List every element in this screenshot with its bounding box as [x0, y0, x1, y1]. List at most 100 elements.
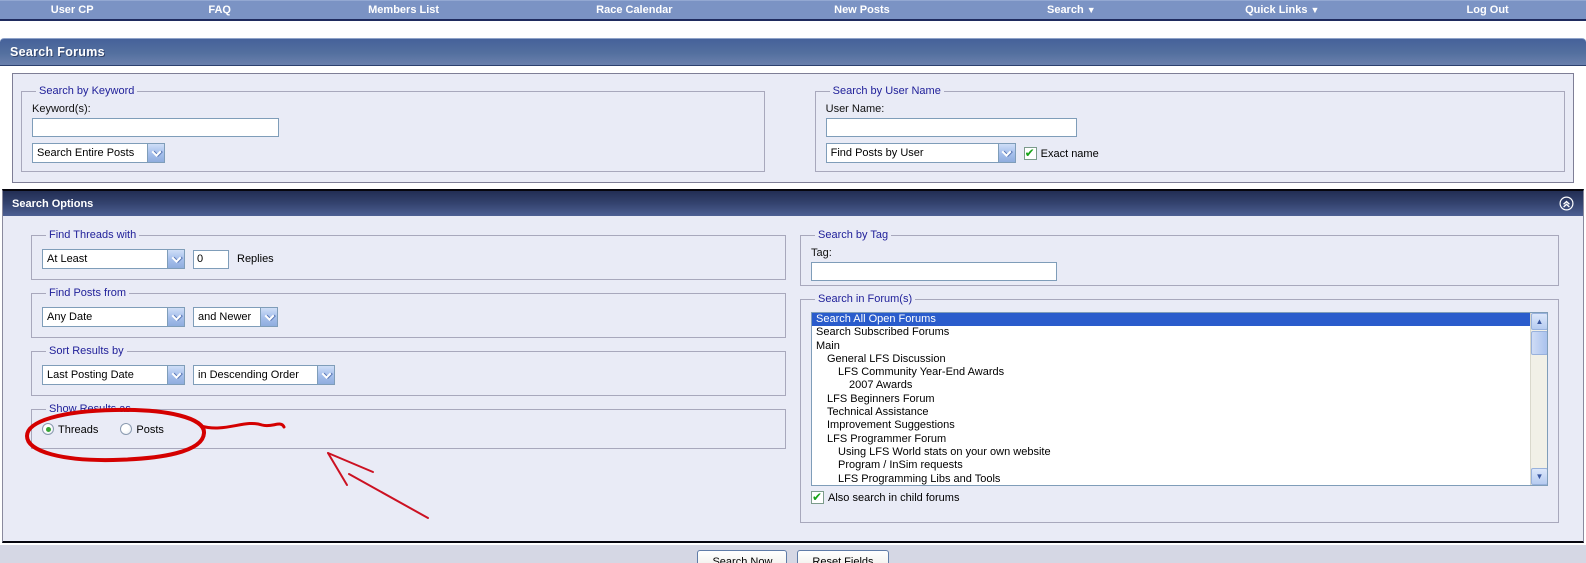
nav-item-log-out[interactable]: Log Out [1389, 4, 1586, 16]
exact-name-label: Exact name [1040, 147, 1099, 160]
tag-legend: Search by Tag [818, 229, 889, 241]
forum-list-option[interactable]: Using LFS World stats on your own websit… [812, 446, 1530, 459]
keyword-legend: Search by Keyword [39, 85, 135, 97]
chevron-down-icon[interactable] [167, 366, 184, 384]
replies-comparator-value: At Least [47, 253, 88, 265]
show-results-fieldset: Show Results as Threads Posts [31, 403, 786, 449]
nav-item-race-calendar[interactable]: Race Calendar [512, 4, 756, 16]
tag-input[interactable] [811, 262, 1057, 281]
page-title: Search Forums [10, 45, 105, 59]
search-by-tag-fieldset: Search by Tag Tag: [800, 229, 1559, 286]
nav-item-new-posts[interactable]: New Posts [756, 4, 967, 16]
keyword-input[interactable] [32, 118, 279, 137]
chevron-down-icon[interactable] [167, 250, 184, 268]
forum-list-option[interactable]: 2007 Awards [812, 379, 1530, 392]
username-legend: Search by User Name [832, 85, 941, 97]
search-options-panel: Search Options Find Threads with At Leas… [2, 189, 1584, 543]
forum-list-option[interactable]: Technical Assistance [812, 406, 1530, 419]
search-by-keyword-fieldset: Search by Keyword Keyword(s): Search Ent… [21, 85, 766, 172]
forum-list-option[interactable]: Program / InSim requests [812, 459, 1530, 472]
scrollbar-thumb[interactable] [1531, 331, 1547, 355]
radio-button[interactable] [42, 423, 54, 435]
keyword-label: Keyword(s): [32, 103, 91, 115]
search-options-content: Find Threads with At Least Replies Find … [3, 216, 1583, 541]
search-in-forums-fieldset: Search in Forum(s) Search All Open Forum… [800, 293, 1559, 523]
sort-field-value: Last Posting Date [47, 369, 134, 381]
chevron-down-icon: ▼ [1086, 5, 1096, 15]
replies-count-input[interactable] [193, 249, 229, 269]
show-results-option-posts[interactable]: Posts [120, 423, 164, 436]
tag-label: Tag: [811, 247, 832, 259]
post-date-select[interactable]: Any Date [42, 307, 185, 327]
show-results-option-threads[interactable]: Threads [42, 423, 98, 436]
forum-list-option[interactable]: Search All Open Forums [812, 313, 1530, 327]
forum-list-option[interactable]: LFS Community Year-End Awards [812, 366, 1530, 379]
sort-order-value: in Descending Order [198, 369, 299, 381]
chevron-down-icon: ▼ [1310, 5, 1320, 15]
nav-item-label: FAQ [208, 4, 231, 16]
forum-list-option[interactable]: Main [812, 340, 1530, 353]
options-left-column: Find Threads with At Least Replies Find … [31, 229, 786, 529]
search-options-title: Search Options [12, 197, 94, 210]
nav-item-label: Race Calendar [596, 4, 673, 16]
chevron-up-circle-icon [1559, 196, 1574, 211]
top-navbar: User CP FAQ Members List Race Calendar New P… [0, 0, 1586, 21]
replies-label: Replies [237, 253, 274, 265]
posts-by-user-value: Find Posts by User [830, 147, 924, 159]
scroll-up-button[interactable]: ▲ [1531, 313, 1547, 330]
child-forums-label: Also search in child forums [828, 492, 960, 504]
sort-results-legend: Sort Results by [49, 345, 124, 357]
nav-item-label: Quick Links [1245, 4, 1308, 16]
forum-list-option[interactable]: Search Subscribed Forums [812, 326, 1530, 339]
scroll-down-button[interactable]: ▼ [1531, 468, 1547, 485]
exact-name-option[interactable]: Exact name [1023, 146, 1099, 160]
replies-comparator-select[interactable]: At Least [42, 249, 185, 269]
nav-item-label: Log Out [1466, 4, 1509, 16]
forum-list-option[interactable]: LFS Programmer Forum [812, 433, 1530, 446]
forum-listbox[interactable]: Search All Open Forums Search Subscribed … [811, 312, 1548, 486]
search-scope-value: Search Entire Posts [37, 147, 135, 159]
nav-item-faq[interactable]: FAQ [144, 4, 295, 16]
sort-results-fieldset: Sort Results by Last Posting Date in Des… [31, 345, 786, 396]
find-posts-fieldset: Find Posts from Any Date and Newer [31, 287, 786, 338]
listbox-scrollbar[interactable]: ▲ ▼ [1530, 313, 1547, 485]
chevron-down-icon[interactable] [167, 308, 184, 326]
nav-item-user-cp[interactable]: User CP [0, 4, 144, 16]
search-now-button[interactable]: Search Now [697, 550, 788, 563]
posts-by-user-select[interactable]: Find Posts by User [825, 143, 1016, 163]
post-date-value: Any Date [47, 311, 93, 323]
nav-item-label: Search [1046, 4, 1084, 16]
chevron-down-icon[interactable] [997, 144, 1015, 162]
nav-item-members-list[interactable]: Members List [295, 4, 512, 16]
search-scope-select[interactable]: Search Entire Posts [32, 143, 165, 163]
radio-label: Threads [58, 424, 99, 436]
date-direction-value: and Newer [198, 311, 252, 323]
exact-name-checkbox[interactable] [1023, 146, 1037, 160]
chevron-down-icon[interactable] [317, 366, 334, 384]
forum-list-option[interactable]: LFS Beginners Forum [812, 393, 1530, 406]
date-direction-select[interactable]: and Newer [193, 307, 278, 327]
forums-legend: Search in Forum(s) [818, 293, 913, 305]
forum-list-option[interactable]: General LFS Discussion [812, 353, 1530, 366]
find-threads-fieldset: Find Threads with At Least Replies [31, 229, 786, 280]
chevron-down-icon[interactable] [147, 144, 164, 162]
sort-field-select[interactable]: Last Posting Date [42, 365, 185, 385]
nav-item-quick-links[interactable]: Quick Links ▼ [1175, 4, 1389, 16]
username-label: User Name: [825, 103, 885, 115]
forum-list-option[interactable]: Improvement Suggestions [812, 419, 1530, 432]
child-forums-option[interactable]: Also search in child forums [811, 490, 960, 504]
forum-list-option[interactable]: LFS Programming Libs and Tools [812, 473, 1530, 485]
options-right-column: Search by Tag Tag: Search in Forum(s) Se… [800, 229, 1559, 529]
radio-button[interactable] [120, 423, 133, 435]
collapse-section-button[interactable] [1559, 196, 1574, 211]
chevron-down-icon[interactable] [260, 308, 277, 326]
search-options-bar: Search Options [3, 191, 1583, 216]
nav-item-search[interactable]: Search ▼ [967, 4, 1175, 16]
find-posts-legend: Find Posts from [49, 287, 127, 299]
sort-order-select[interactable]: in Descending Order [193, 365, 335, 385]
reset-fields-button[interactable]: Reset Fields [797, 550, 889, 563]
child-forums-checkbox[interactable] [811, 490, 824, 504]
nav-item-label: New Posts [834, 4, 890, 16]
username-input[interactable] [825, 118, 1077, 137]
radio-label: Posts [136, 424, 164, 436]
